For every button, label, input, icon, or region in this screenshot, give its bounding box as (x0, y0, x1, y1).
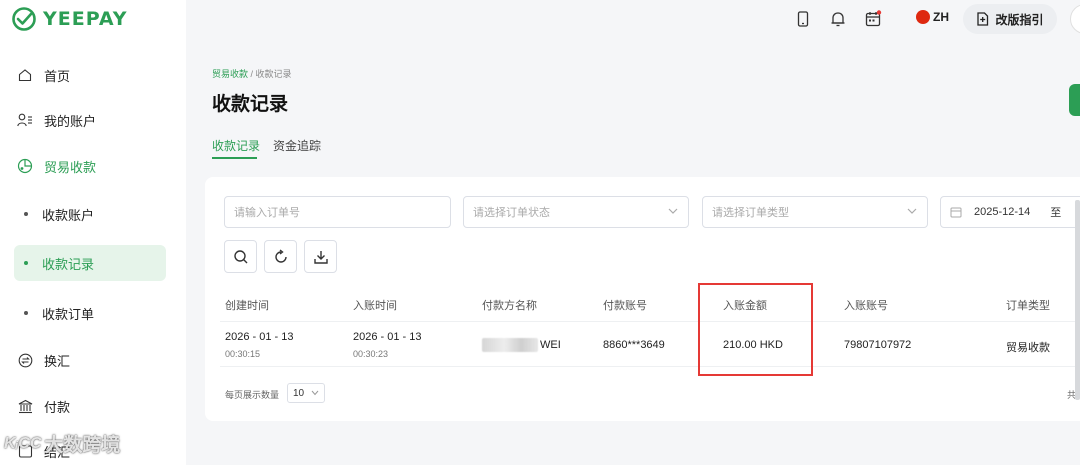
tab-collection-records[interactable]: 收款记录 (212, 137, 260, 154)
brand-name: YEEPAY (43, 8, 128, 30)
chevron-down-icon (311, 390, 319, 396)
order-status-placeholder: 请选择订单状态 (473, 207, 550, 219)
order-number-placeholder: 请输入订单号 (234, 207, 300, 219)
sidebar-subitem-label: 收款账户 (42, 207, 95, 223)
sidebar-item-label: 付款 (44, 399, 71, 415)
active-tab-indicator (212, 157, 257, 159)
sidebar-item-label: 我的账户 (44, 113, 97, 129)
order-status-select[interactable]: 请选择订单状态 (463, 196, 689, 228)
chevron-down-icon (668, 208, 678, 214)
cell-created-time: 00:30:15 (225, 349, 261, 359)
user-list-icon (16, 111, 34, 129)
refresh-icon (274, 248, 287, 263)
bell-icon[interactable] (829, 10, 847, 28)
order-type-placeholder: 请选择订单类型 (712, 207, 789, 219)
cell-credited-date: 2026 - 01 - 13 (353, 331, 422, 343)
cell-payer-account: 8860***3649 (603, 339, 665, 351)
watermark: KᵢCC 大数跨境 (4, 430, 120, 457)
cell-credited-time: 00:30:23 (353, 349, 389, 359)
guide-doc-icon (977, 12, 989, 26)
breadcrumb: 贸易收款 / 收款记录 (212, 67, 292, 80)
page-size-value: 10 (293, 387, 305, 399)
column-header-payer-name: 付款方名称 (482, 300, 537, 312)
calendar-icon[interactable] (864, 10, 882, 28)
column-header-order-type: 订单类型 (1006, 300, 1050, 312)
language-label: ZH (933, 10, 949, 24)
brand-logo[interactable]: YEEPAY (12, 7, 128, 31)
sidebar-subitem-collection-orders[interactable]: 收款订单 (14, 295, 166, 331)
bullet-icon (24, 261, 28, 265)
sidebar-subitem-collection-records[interactable]: 收款记录 (14, 245, 166, 281)
bullet-icon (24, 311, 28, 315)
table-header-divider (220, 321, 1080, 322)
page-size-select[interactable]: 10 (287, 383, 325, 403)
cell-credit-account: 79807107972 (844, 339, 912, 351)
sidebar-subitem-label: 收款订单 (42, 306, 95, 322)
watermark-mark: KᵢCC (4, 434, 42, 452)
trade-collect-icon (16, 157, 34, 175)
download-icon (313, 250, 328, 264)
sidebar: YEEPAY 首页 我的账户 贸易收款 收款账户 收款记录 收款订单 换汇 付款… (0, 0, 186, 465)
home-icon (16, 66, 34, 84)
language-switch[interactable]: ZH (916, 10, 949, 24)
sidebar-item-label: 换汇 (44, 353, 71, 369)
table-row-divider (220, 366, 1080, 367)
guide-label: 改版指引 (995, 12, 1044, 27)
yeepay-logo-icon (12, 7, 36, 31)
breadcrumb-separator: / (248, 69, 256, 79)
tab-fund-tracking[interactable]: 资金追踪 (273, 137, 321, 154)
mobile-icon[interactable] (794, 10, 812, 28)
order-type-select[interactable]: 请选择订单类型 (702, 196, 928, 228)
column-header-payer-account: 付款账号 (603, 300, 647, 312)
sidebar-item-payment[interactable]: 付款 (14, 388, 166, 424)
sidebar-item-home[interactable]: 首页 (14, 57, 166, 93)
date-separator: 至 (1050, 207, 1062, 219)
china-flag-icon (916, 10, 930, 24)
redesign-guide-button[interactable]: 改版指引 (963, 4, 1057, 34)
bank-icon (16, 397, 34, 415)
date-range-picker[interactable]: 2025-12-14 至 2 (940, 196, 1080, 228)
sidebar-item-exchange[interactable]: 换汇 (14, 342, 166, 378)
sidebar-item-label: 首页 (44, 68, 71, 84)
cell-order-type: 贸易收款 (1006, 342, 1050, 354)
primary-action-button[interactable] (1069, 84, 1080, 116)
export-button[interactable] (304, 240, 337, 273)
chevron-down-icon (907, 208, 917, 214)
watermark-text: 大数跨境 (44, 435, 121, 456)
column-header-credit-account: 入账账号 (844, 300, 888, 312)
exchange-icon (16, 351, 34, 369)
column-header-credited-time: 入账时间 (353, 300, 397, 312)
sidebar-subitem-label: 收款记录 (42, 256, 95, 272)
cell-payer-name: WEI (540, 339, 561, 351)
page-title: 收款记录 (212, 94, 289, 115)
sidebar-item-my-account[interactable]: 我的账户 (14, 102, 166, 138)
search-button[interactable] (224, 240, 257, 273)
sidebar-item-label: 贸易收款 (44, 159, 97, 175)
amount-highlight-box (698, 283, 813, 376)
reset-button[interactable] (264, 240, 297, 273)
redacted-payer-name (482, 338, 538, 352)
date-start: 2025-12-14 (974, 206, 1031, 218)
breadcrumb-parent[interactable]: 贸易收款 (212, 69, 248, 79)
order-number-input[interactable]: 请输入订单号 (224, 196, 451, 228)
user-avatar-button[interactable] (1070, 4, 1080, 34)
sidebar-subitem-collection-account[interactable]: 收款账户 (14, 196, 166, 232)
calendar-icon (950, 207, 962, 218)
scrollbar[interactable] (1075, 200, 1080, 400)
cell-created-date: 2026 - 01 - 13 (225, 331, 294, 343)
search-icon (233, 249, 247, 263)
sidebar-item-trade-collection[interactable]: 贸易收款 (14, 148, 166, 184)
bullet-icon (24, 212, 28, 216)
column-header-created-time: 创建时间 (225, 300, 269, 312)
breadcrumb-current: 收款记录 (255, 69, 292, 79)
page-size-label: 每页展示数量 (225, 390, 280, 400)
